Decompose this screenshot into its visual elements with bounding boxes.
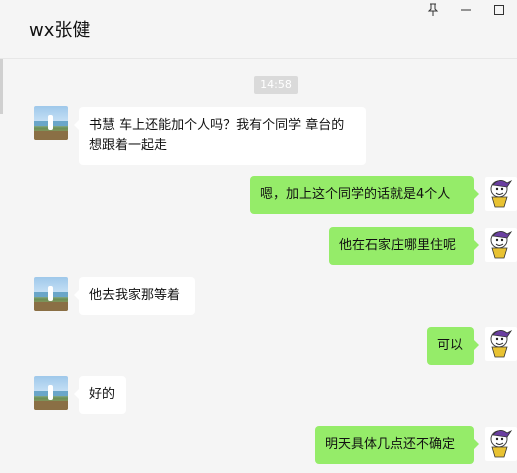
contact-avatar[interactable] (34, 106, 68, 140)
timestamp-badge: 14:58 (254, 76, 298, 94)
outgoing-message[interactable]: 嗯，加上这个同学的话就是4个人 (250, 176, 479, 214)
incoming-message[interactable]: 书慧 车上还能加个人吗？我有个同学 章台的 想跟着一起走 (74, 107, 366, 165)
outgoing-message[interactable]: 他在石家庄哪里住呢 (329, 227, 479, 265)
contact-avatar[interactable] (34, 277, 68, 311)
incoming-message[interactable]: 他去我家那等着 (74, 277, 195, 315)
outgoing-message[interactable]: 明天具体几点还不确定 (315, 426, 479, 464)
outgoing-message[interactable]: 可以 (427, 327, 479, 365)
user-avatar[interactable] (485, 228, 517, 262)
incoming-message[interactable]: 好的 (74, 376, 126, 414)
user-avatar[interactable] (485, 427, 517, 461)
chat-panel[interactable]: 14:58 书慧 车上还能加个人吗？我有个同学 章台的 想跟着一起走 嗯，加上这… (0, 0, 517, 464)
user-avatar[interactable] (485, 177, 517, 211)
contact-avatar[interactable] (34, 376, 68, 410)
user-avatar[interactable] (485, 327, 517, 361)
